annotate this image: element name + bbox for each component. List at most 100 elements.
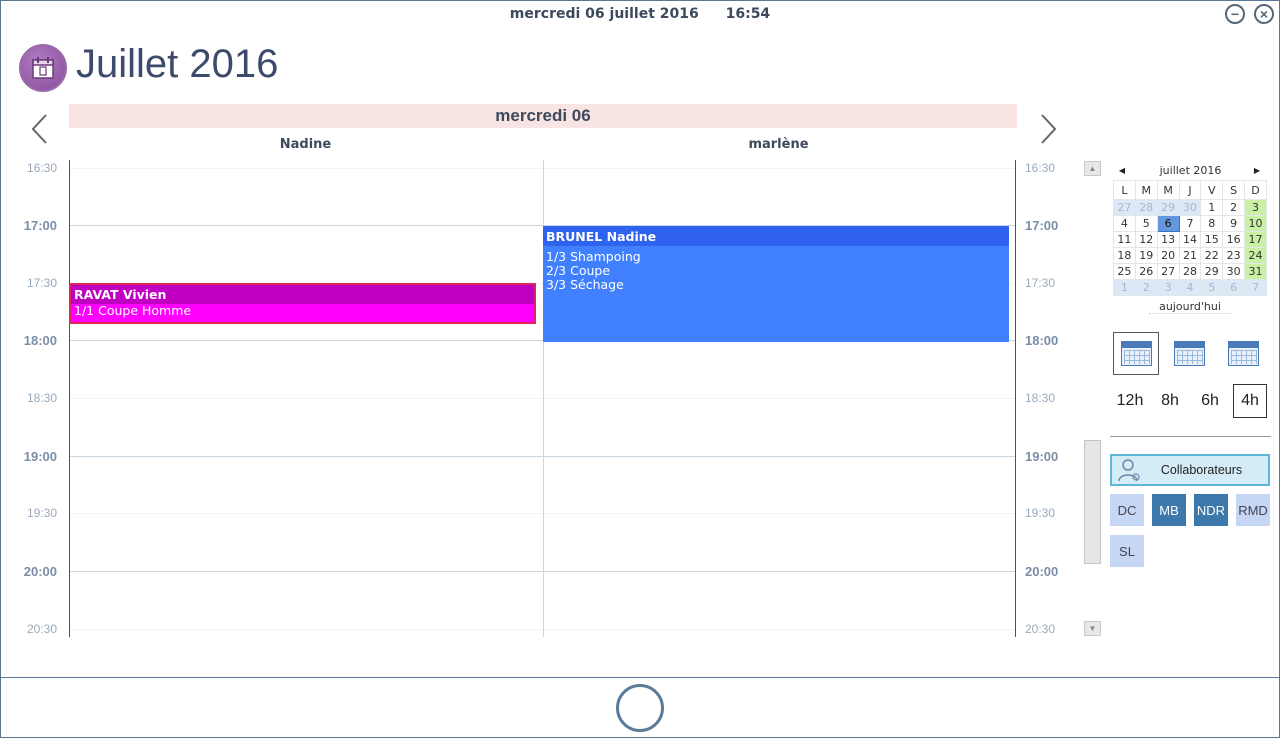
time-label: 17:00 [1025, 218, 1059, 233]
calendar-day[interactable]: 3 [1156, 279, 1180, 296]
calendar-day[interactable]: 21 [1178, 247, 1202, 264]
zoom-12h-button[interactable]: 12h [1113, 384, 1147, 418]
appointment-client: BRUNEL Nadine [543, 226, 1009, 246]
calendar-day[interactable]: 5 [1200, 279, 1224, 296]
calendar-day[interactable]: 23 [1222, 247, 1246, 264]
calendar-day[interactable]: 13 [1156, 231, 1180, 248]
calendar-day[interactable]: 6 [1222, 279, 1246, 296]
zoom-6h-button[interactable]: 6h [1193, 384, 1227, 418]
calendar-day-today[interactable]: 6 [1156, 215, 1180, 232]
calendar-day[interactable]: 28 [1178, 263, 1202, 280]
time-label: 19:30 [26, 506, 57, 520]
time-label: 20:30 [1025, 622, 1056, 636]
calendar-day[interactable]: 18 [1113, 247, 1136, 264]
calendar-day[interactable]: 1 [1200, 199, 1224, 216]
calendar-day[interactable]: 25 [1113, 263, 1136, 280]
calendar-day[interactable]: 4 [1113, 215, 1136, 232]
close-icon[interactable]: × [1254, 4, 1274, 24]
next-month-icon[interactable]: ▶ [1250, 162, 1264, 180]
scroll-thumb[interactable] [1084, 440, 1101, 564]
calendar-day[interactable]: 27 [1156, 263, 1180, 280]
time-label: 19:00 [1025, 449, 1059, 464]
calendar-day[interactable]: 16 [1222, 231, 1246, 248]
calendar-day[interactable]: 19 [1134, 247, 1158, 264]
calendar-day[interactable]: 27 [1113, 199, 1136, 216]
today-link[interactable]: aujourd'hui [1149, 300, 1231, 314]
calendar-day[interactable]: 2 [1222, 199, 1246, 216]
calendar-day[interactable]: 31 [1244, 263, 1267, 280]
scroll-down-icon[interactable]: ▼ [1084, 621, 1101, 636]
calendar-day[interactable]: 8 [1200, 215, 1224, 232]
staff-button-mb[interactable]: MB [1152, 494, 1186, 526]
current-time: 16:54 [725, 6, 771, 22]
time-label: 16:30 [26, 161, 57, 175]
calendar-month-view-icon [1227, 341, 1259, 366]
calendar-day[interactable]: 24 [1244, 247, 1267, 264]
calendar-day-view-icon [1120, 341, 1152, 366]
appointment-service: 1/3 Shampoing [546, 249, 641, 264]
staff-button-rmd[interactable]: RMD [1236, 494, 1270, 526]
calendar-day[interactable]: 1 [1113, 279, 1136, 296]
calendar-day[interactable]: 17 [1244, 231, 1267, 248]
chevron-left-icon[interactable] [28, 112, 52, 146]
mini-calendar-month: juillet 2016 [1159, 164, 1222, 177]
mini-calendar-grid: L M M J V S D 27 28 29 30 1 2 3 4 5 6 7 … [1113, 180, 1267, 296]
current-datetime: mercredi 06 juillet 2016 16:54 [0, 6, 1280, 22]
calendar-day[interactable]: 20 [1156, 247, 1180, 264]
minimize-icon[interactable]: − [1225, 4, 1245, 24]
time-label: 17:00 [23, 218, 57, 233]
prev-month-icon[interactable]: ◀ [1115, 162, 1129, 180]
calendar-day[interactable]: 11 [1113, 231, 1136, 248]
calendar-day[interactable]: 7 [1178, 215, 1202, 232]
calendar-day[interactable]: 12 [1134, 231, 1158, 248]
staff-button-dc[interactable]: DC [1110, 494, 1144, 526]
appointment-service: 3/3 Séchage [546, 277, 624, 292]
staff-button-sl[interactable]: SL [1110, 535, 1144, 567]
time-label: 19:30 [1025, 506, 1056, 520]
calendar-day[interactable]: 15 [1200, 231, 1224, 248]
current-date: mercredi 06 juillet 2016 [509, 6, 699, 22]
zoom-8h-button[interactable]: 8h [1153, 384, 1187, 418]
time-label: 18:30 [1025, 391, 1056, 405]
schedule-scrollbar[interactable]: ▲ ▼ [1083, 160, 1102, 637]
time-label: 18:30 [26, 391, 57, 405]
calendar-day[interactable]: 14 [1178, 231, 1202, 248]
calendar-day[interactable]: 4 [1178, 279, 1202, 296]
time-label: 20:00 [23, 564, 57, 579]
person-icon [1115, 456, 1143, 484]
scroll-up-icon[interactable]: ▲ [1084, 161, 1101, 176]
calendar-day[interactable]: 2 [1134, 279, 1158, 296]
page-title: Juillet 2016 [76, 42, 279, 86]
calendar-day[interactable]: 28 [1134, 199, 1158, 216]
staff-button-ndr[interactable]: NDR [1194, 494, 1228, 526]
calendar-day[interactable]: 29 [1156, 199, 1180, 216]
divider [1110, 436, 1271, 437]
calendar-day[interactable]: 30 [1222, 263, 1246, 280]
calendar-day[interactable]: 29 [1200, 263, 1224, 280]
view-month-button[interactable] [1220, 332, 1266, 375]
chevron-right-icon[interactable] [1036, 112, 1060, 146]
calendar-day[interactable]: 10 [1244, 215, 1267, 232]
appointment-brunel-nadine[interactable]: BRUNEL Nadine 1/3 Shampoing 2/3 Coupe 3/… [543, 226, 1009, 342]
calendar-day[interactable]: 9 [1222, 215, 1246, 232]
appointment-client: RAVAT Vivien [71, 285, 534, 304]
calendar-day[interactable]: 7 [1244, 279, 1267, 296]
calendar-day[interactable]: 5 [1134, 215, 1158, 232]
calendar-day[interactable]: 26 [1134, 263, 1158, 280]
appointment-ravat-vivien[interactable]: RAVAT Vivien 1/1 Coupe Homme [69, 283, 536, 324]
home-circle-icon[interactable] [616, 684, 664, 732]
footer-divider [0, 677, 1280, 678]
zoom-4h-button[interactable]: 4h [1233, 384, 1267, 418]
agenda-logo-icon [19, 44, 67, 92]
calendar-week-view-icon [1173, 341, 1205, 366]
calendar-day[interactable]: 30 [1178, 199, 1202, 216]
time-label: 19:00 [23, 449, 57, 464]
calendar-day[interactable]: 22 [1200, 247, 1224, 264]
calendar-day[interactable]: 3 [1244, 199, 1267, 216]
time-label: 20:00 [1025, 564, 1059, 579]
view-week-button[interactable] [1166, 332, 1212, 375]
weekday-header: V [1200, 180, 1224, 200]
collaborators-button[interactable]: Collaborateurs [1110, 454, 1270, 486]
view-day-button[interactable] [1113, 332, 1159, 375]
appointment-service: 1/1 Coupe Homme [74, 303, 192, 318]
